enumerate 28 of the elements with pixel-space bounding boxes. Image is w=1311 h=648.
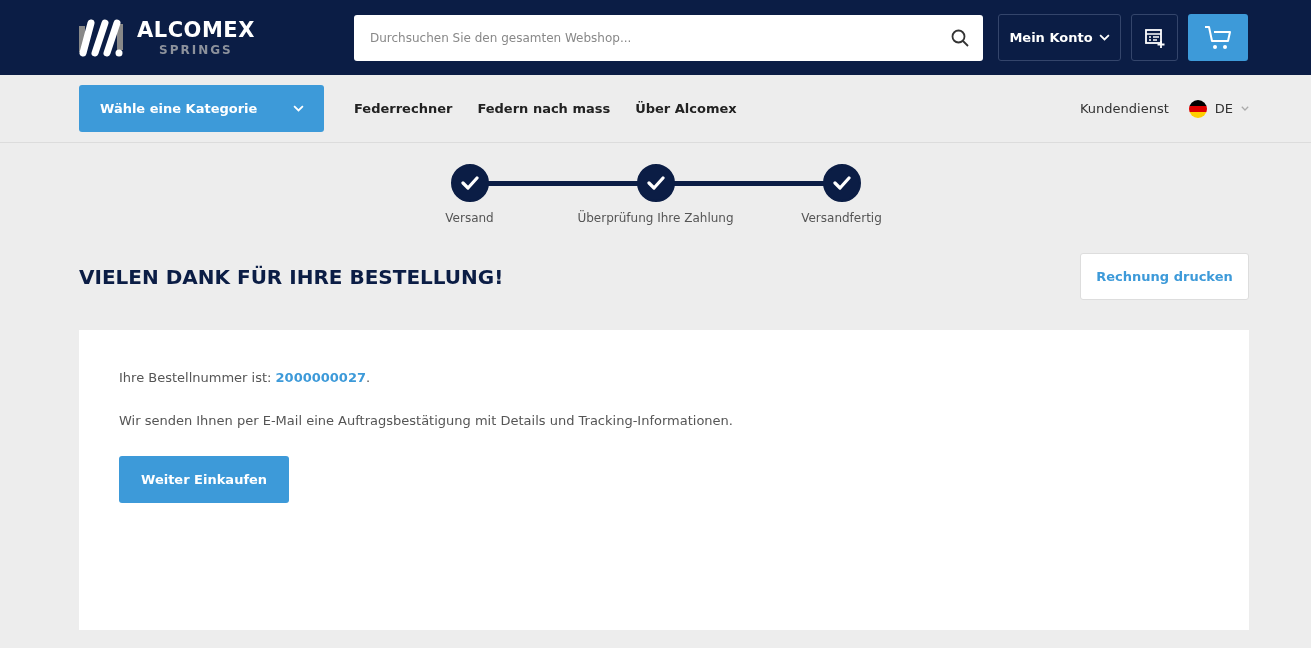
nav-link[interactable]: Federn nach mass [477, 101, 611, 116]
chevron-down-icon [1098, 34, 1110, 41]
account-button[interactable]: Mein Konto [998, 14, 1121, 61]
search-bar[interactable]: Durchsuchen Sie den gesamten Webshop... [354, 14, 983, 61]
chevron-down-icon [1241, 106, 1249, 111]
page-title: VIELEN DANK FÜR IHRE BESTELLUNG! [79, 264, 504, 289]
step-label: Versand [445, 211, 494, 225]
step-label: Versandfertig [801, 211, 882, 225]
check-icon [646, 176, 665, 190]
check-icon [832, 176, 851, 190]
list-add-icon [1144, 27, 1165, 48]
logo-icon [79, 17, 123, 58]
logo-name: ALCOMEX [137, 19, 255, 41]
cart-button[interactable] [1188, 14, 1248, 61]
chevron-down-icon [293, 105, 304, 112]
customer-service-link[interactable]: Kundendienst [1079, 101, 1169, 116]
language-selector[interactable]: DE [1188, 99, 1249, 118]
check-icon [460, 176, 479, 190]
nav-link[interactable]: Federrechner [354, 101, 453, 116]
flag-icon [1188, 99, 1207, 118]
order-number-text: Ihre Bestellnummer ist: 2000000027. [119, 370, 372, 385]
quick-order-button[interactable] [1131, 14, 1178, 61]
search-icon[interactable] [951, 28, 969, 47]
logo-subtitle: SPRINGS [159, 43, 233, 56]
cart-icon [1204, 24, 1232, 51]
step-label: Überprüfung Ihre Zahlung [577, 211, 734, 225]
nav-link[interactable]: Über Alcomex [635, 101, 737, 116]
confirmation-text: Wir senden Ihnen per E-Mail eine Auftragsbestätigung mit Details und Tracking-Informationen. [119, 413, 734, 428]
